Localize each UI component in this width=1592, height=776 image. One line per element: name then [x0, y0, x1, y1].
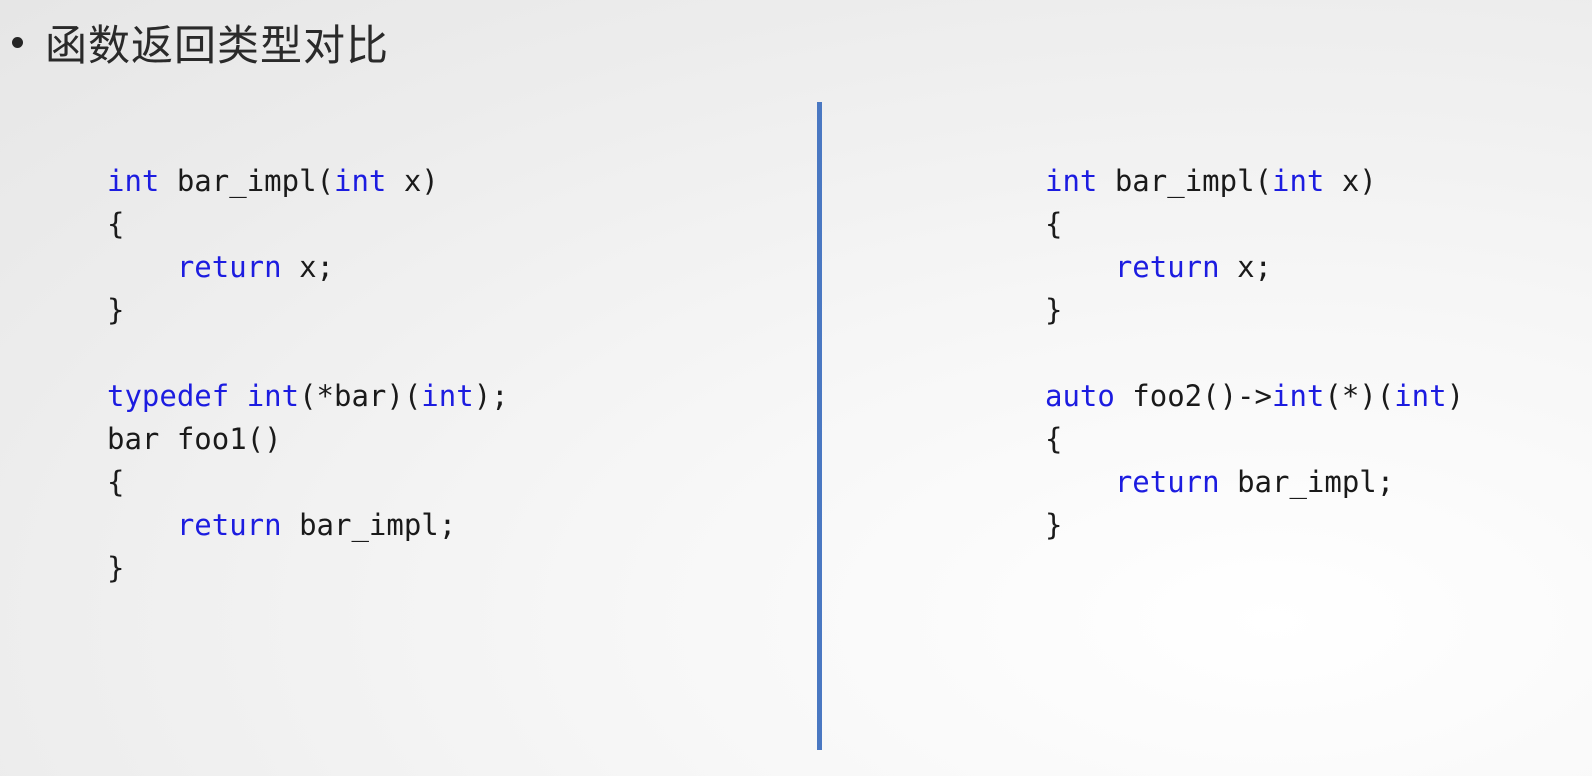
code-text: foo2()-> [1114, 379, 1272, 413]
code-text: { [107, 207, 125, 241]
right-code-block: int bar_impl(int x){ return x;} auto foo2… [1045, 160, 1464, 547]
code-text: } [107, 293, 125, 327]
code-line: return bar_impl; [107, 504, 509, 547]
code-text: x; [1219, 250, 1272, 284]
code-text: bar foo1() [107, 422, 282, 456]
code-text: { [1045, 207, 1063, 241]
code-keyword: return [176, 508, 282, 542]
code-text: } [107, 551, 125, 585]
code-keyword: typedef [107, 379, 230, 413]
code-text: } [1045, 293, 1063, 327]
code-text: ) [1446, 379, 1465, 413]
code-line: } [1045, 289, 1464, 332]
code-keyword: return [1114, 250, 1220, 284]
code-text: bar_impl; [1219, 465, 1395, 499]
code-keyword: auto [1045, 379, 1115, 413]
code-keyword: return [176, 250, 282, 284]
code-line: return x; [107, 246, 509, 289]
code-line: return bar_impl; [1045, 461, 1464, 504]
code-text: x; [281, 250, 334, 284]
code-line: return x; [1045, 246, 1464, 289]
code-keyword: int [1271, 379, 1325, 413]
code-keyword: int [1394, 379, 1447, 413]
code-line: } [107, 289, 509, 332]
code-line: int bar_impl(int x) [1045, 160, 1464, 203]
code-line: } [107, 547, 509, 590]
code-text: (*bar)( [299, 379, 422, 413]
code-line: int bar_impl(int x) [107, 160, 509, 203]
code-text: } [1045, 508, 1063, 542]
code-keyword: int [1045, 164, 1098, 198]
code-text: x) [386, 164, 439, 198]
code-text: bar_impl; [281, 508, 457, 542]
code-text: ); [473, 379, 509, 413]
code-keyword: int [421, 379, 474, 413]
code-line: { [107, 203, 509, 246]
code-text: bar_impl( [159, 164, 334, 198]
code-line: typedef int(*bar)(int); [107, 375, 509, 418]
code-keyword: int [246, 379, 300, 413]
code-line: bar foo1() [107, 418, 509, 461]
code-line: { [107, 461, 509, 504]
code-keyword: int [107, 164, 160, 198]
vertical-divider [817, 102, 822, 750]
code-line: { [1045, 203, 1464, 246]
code-line: } [1045, 504, 1464, 547]
code-text: { [1045, 422, 1063, 456]
code-line: { [1045, 418, 1464, 461]
code-text: bar_impl( [1097, 164, 1272, 198]
code-keyword: int [334, 164, 387, 198]
code-keyword: return [1114, 465, 1220, 499]
code-keyword: int [1272, 164, 1325, 198]
code-text: x) [1324, 164, 1377, 198]
bullet-icon [12, 36, 23, 48]
left-code-block: int bar_impl(int x){ return x;} typedef i… [107, 160, 509, 590]
slide-title: 函数返回类型对比 [8, 12, 389, 72]
code-text: (*)( [1324, 379, 1395, 413]
code-text: { [107, 465, 125, 499]
page-title: 函数返回类型对比 [45, 20, 390, 70]
code-line: auto foo2()->int(*)(int) [1045, 375, 1464, 418]
